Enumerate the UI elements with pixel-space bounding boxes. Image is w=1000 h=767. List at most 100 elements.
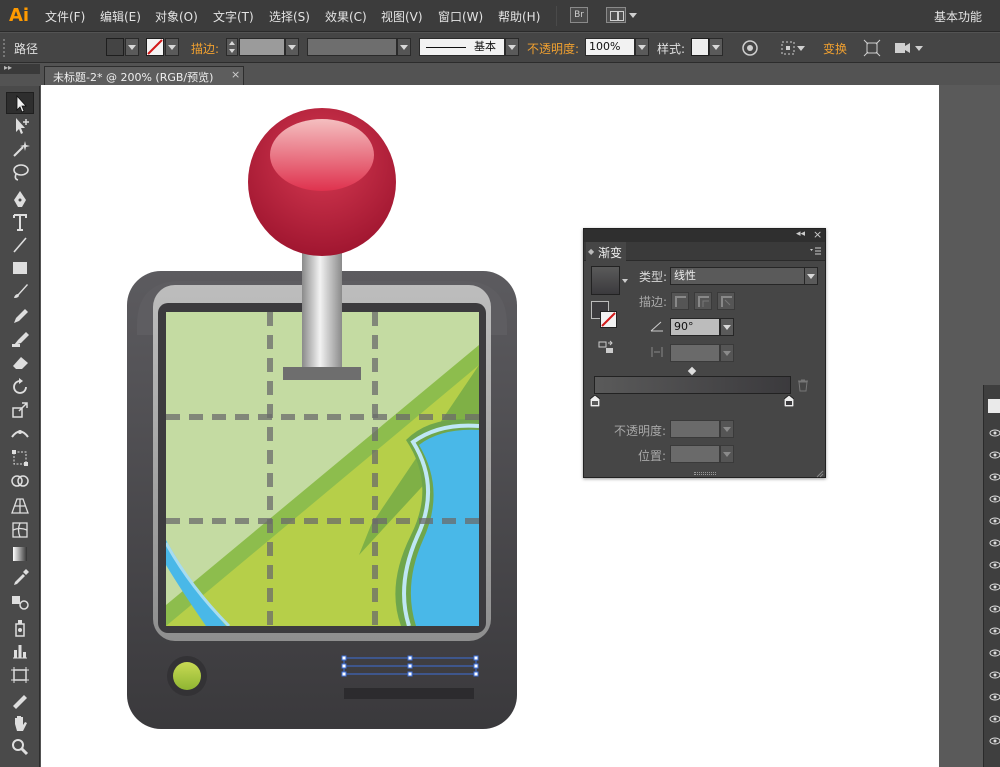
stroke-dropdown[interactable] — [165, 38, 179, 56]
arrange-documents-button[interactable] — [606, 7, 626, 23]
rectangle-tool-icon[interactable] — [6, 257, 34, 279]
menu-type[interactable]: 文字(T) — [213, 8, 254, 25]
brush-definition-dropdown[interactable] — [505, 38, 519, 56]
panel-menu-icon[interactable] — [810, 246, 821, 256]
eye-icon[interactable] — [989, 625, 1000, 635]
gradient-stop-start[interactable] — [589, 394, 601, 408]
direct-selection-tool-icon[interactable] — [6, 115, 34, 137]
brush-definition-field[interactable]: 基本 — [419, 38, 505, 56]
trash-icon[interactable] — [797, 379, 809, 392]
resize-corner-icon[interactable] — [816, 467, 824, 478]
shape-builder-tool-icon[interactable] — [6, 470, 34, 492]
selection-tool-icon[interactable] — [6, 92, 34, 114]
chevron-down-icon[interactable] — [622, 279, 628, 283]
gradient-stop-end[interactable] — [783, 394, 795, 408]
layers-tab[interactable] — [988, 399, 1000, 413]
menu-view[interactable]: 视图(V) — [381, 8, 423, 25]
eye-icon[interactable] — [989, 603, 1000, 613]
gradient-tool-icon[interactable] — [6, 543, 34, 565]
eye-icon[interactable] — [989, 471, 1000, 481]
lasso-tool-icon[interactable] — [6, 161, 34, 183]
transform-link[interactable]: 变换 — [823, 40, 847, 57]
perspective-grid-tool-icon[interactable] — [6, 495, 34, 517]
slice-tool-icon[interactable] — [6, 689, 34, 711]
collapse-panel-arrows[interactable]: ▸▸ — [0, 64, 40, 74]
graphic-style-swatch[interactable] — [691, 38, 709, 56]
workspace-switcher[interactable]: 基本功能 — [934, 8, 982, 25]
eye-icon[interactable] — [989, 449, 1000, 459]
symbol-sprayer-tool-icon[interactable] — [6, 617, 34, 639]
eye-icon[interactable] — [989, 713, 1000, 723]
angle-dropdown[interactable] — [720, 318, 734, 336]
menu-file[interactable]: 文件(F) — [45, 8, 85, 25]
chevron-down-icon[interactable] — [915, 46, 923, 51]
resize-grip[interactable] — [694, 472, 716, 475]
fill-swatch[interactable] — [106, 38, 124, 56]
angle-input[interactable]: 90° — [670, 318, 720, 336]
width-tool-icon[interactable] — [6, 422, 34, 444]
gradient-type-select[interactable]: 线性 — [670, 267, 805, 285]
stop-opacity-dropdown[interactable] — [720, 420, 734, 438]
graphic-style-dropdown[interactable] — [709, 38, 723, 56]
gradient-midpoint-diamond[interactable] — [687, 366, 697, 376]
panel-titlebar[interactable]: ◂◂ × — [584, 228, 825, 242]
menu-object[interactable]: 对象(O) — [155, 8, 198, 25]
stroke-proxy-swatch[interactable] — [600, 311, 617, 328]
align-to-icon[interactable] — [779, 38, 799, 58]
stroke-within-button[interactable] — [671, 292, 689, 310]
eye-icon[interactable] — [989, 559, 1000, 569]
pencil-tool-icon[interactable] — [6, 305, 34, 327]
eye-icon[interactable] — [989, 427, 1000, 437]
collapse-panel-icon[interactable]: ◂◂ — [796, 229, 805, 239]
chevron-down-icon[interactable] — [629, 13, 637, 18]
tab-gradient[interactable]: ◆ 渐变 — [586, 242, 626, 261]
stroke-along-button[interactable] — [694, 292, 712, 310]
menu-edit[interactable]: 编辑(E) — [100, 8, 141, 25]
gradient-preview-swatch[interactable] — [591, 266, 620, 295]
stroke-weight-label[interactable]: 描边: — [191, 40, 219, 57]
artboard-tool-icon[interactable] — [6, 664, 34, 686]
gradient-slider[interactable] — [594, 376, 791, 394]
bridge-button[interactable]: Br — [570, 7, 588, 23]
stop-opacity-input[interactable] — [670, 420, 720, 438]
pen-tool-icon[interactable] — [6, 188, 34, 210]
eye-icon[interactable] — [989, 537, 1000, 547]
opacity-dropdown[interactable] — [635, 38, 649, 56]
magic-wand-tool-icon[interactable] — [6, 138, 34, 160]
stroke-weight-stepper[interactable] — [226, 38, 238, 56]
blob-brush-tool-icon[interactable] — [6, 328, 34, 350]
eye-icon[interactable] — [989, 691, 1000, 701]
stroke-weight-dropdown[interactable] — [285, 38, 299, 56]
free-transform-tool-icon[interactable] — [6, 447, 34, 469]
opacity-input[interactable]: 100% — [585, 38, 635, 56]
close-icon[interactable]: × — [231, 68, 240, 81]
stroke-swatch[interactable] — [146, 38, 164, 56]
gradient-type-dropdown[interactable] — [804, 267, 818, 285]
eye-icon[interactable] — [989, 493, 1000, 503]
eye-icon[interactable] — [989, 735, 1000, 745]
scale-tool-icon[interactable] — [6, 399, 34, 421]
eyedropper-tool-icon[interactable] — [6, 567, 34, 589]
menu-help[interactable]: 帮助(H) — [498, 8, 540, 25]
aspect-ratio-input[interactable] — [670, 344, 720, 362]
stroke-across-button[interactable] — [717, 292, 735, 310]
menu-select[interactable]: 选择(S) — [269, 8, 310, 25]
line-tool-icon[interactable] — [6, 234, 34, 256]
stop-location-dropdown[interactable] — [720, 445, 734, 463]
stroke-weight-input[interactable] — [239, 38, 285, 56]
type-tool-icon[interactable] — [6, 211, 34, 233]
make-envelope-icon[interactable] — [892, 38, 912, 58]
mesh-tool-icon[interactable] — [6, 519, 34, 541]
reverse-gradient-icon[interactable] — [598, 339, 614, 355]
column-graph-tool-icon[interactable] — [6, 640, 34, 662]
eye-icon[interactable] — [989, 669, 1000, 679]
eye-icon[interactable] — [989, 515, 1000, 525]
isolate-icon[interactable] — [862, 38, 882, 58]
stop-location-input[interactable] — [670, 445, 720, 463]
hand-tool-icon[interactable] — [6, 712, 34, 734]
rotate-tool-icon[interactable] — [6, 376, 34, 398]
fill-dropdown[interactable] — [125, 38, 139, 56]
paintbrush-tool-icon[interactable] — [6, 280, 34, 302]
variable-width-dropdown[interactable] — [397, 38, 411, 56]
blend-tool-icon[interactable] — [6, 591, 34, 613]
